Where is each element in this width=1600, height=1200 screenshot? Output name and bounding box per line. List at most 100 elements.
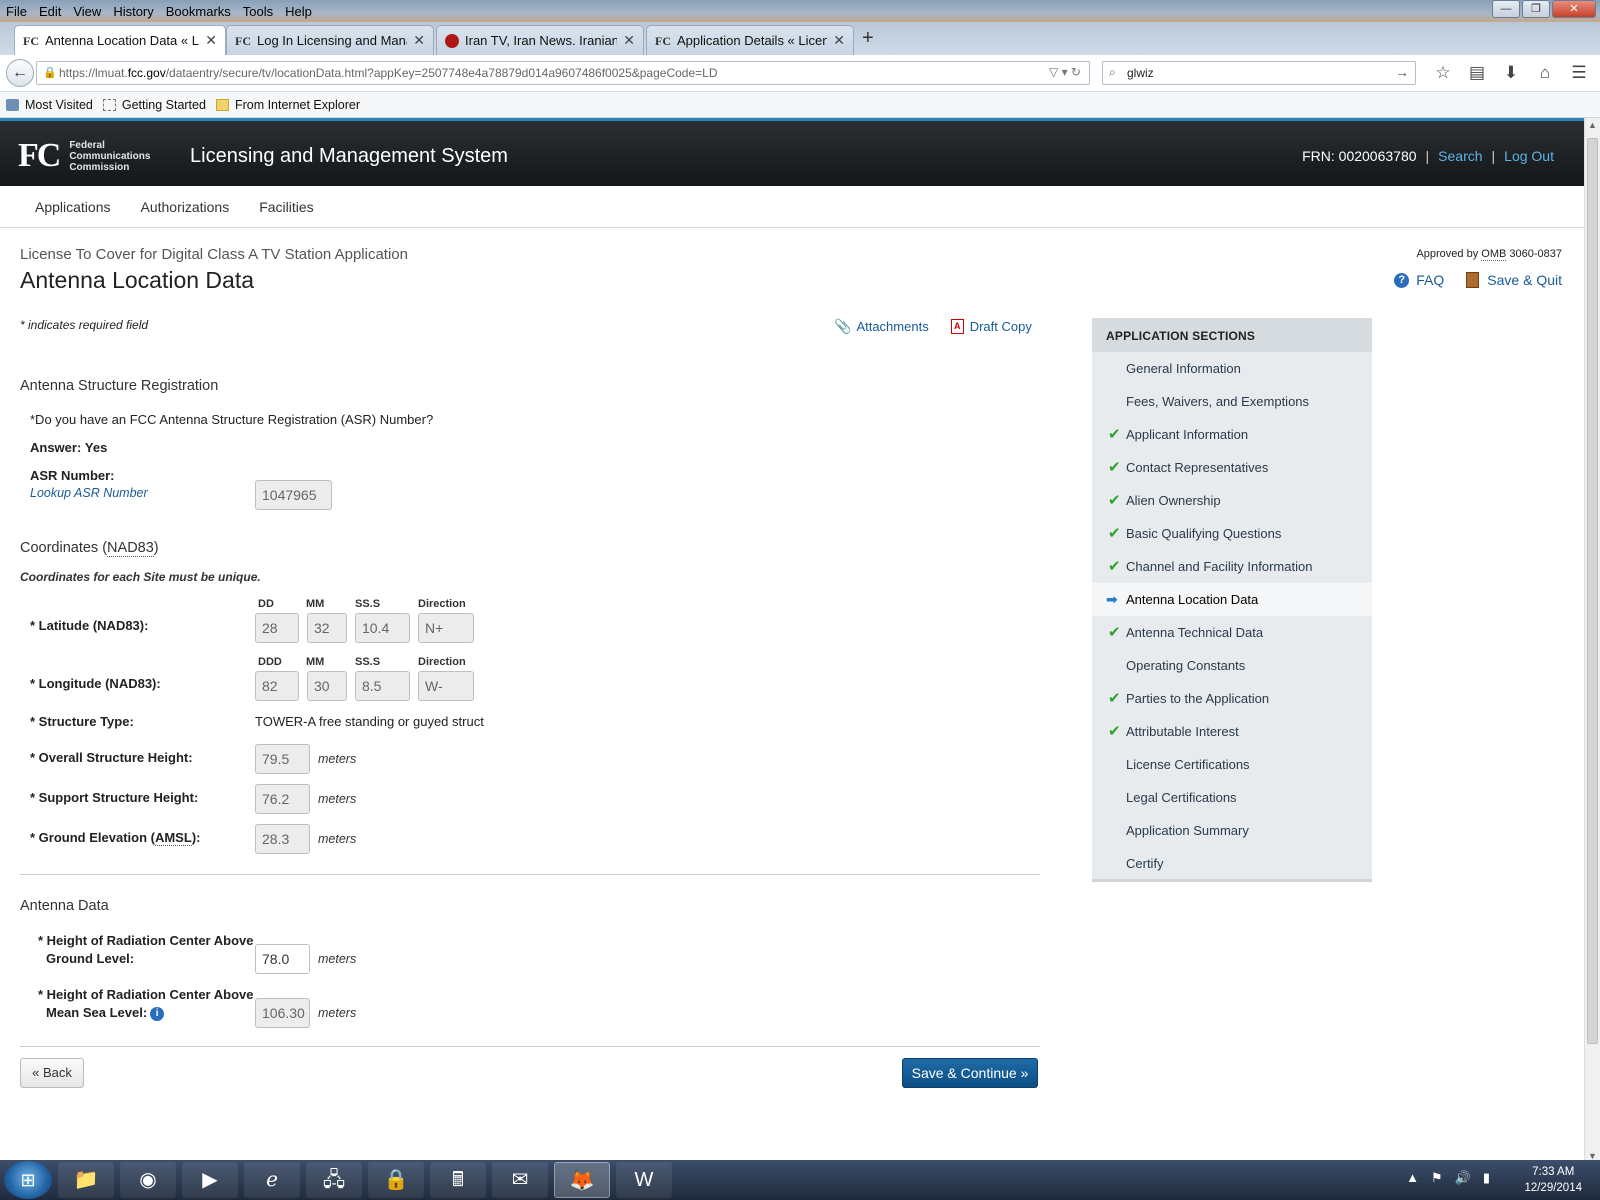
word-icon[interactable]: W xyxy=(616,1162,672,1198)
menu-history[interactable]: History xyxy=(107,4,159,19)
tab-iran-tv[interactable]: Iran TV, Iran News. Iranian ... ✕ xyxy=(436,25,644,55)
menu-tools[interactable]: Tools xyxy=(237,4,279,19)
close-tab-icon[interactable]: ✕ xyxy=(205,32,217,49)
flag-icon[interactable]: ⚑ xyxy=(1431,1170,1443,1186)
sidebar-item-legal-certifications[interactable]: Legal Certifications xyxy=(1092,781,1372,814)
lookup-asr-link[interactable]: Lookup ASR Number xyxy=(30,486,148,500)
start-button-icon[interactable]: ⊞ xyxy=(4,1161,52,1199)
sidebar-item-general-information[interactable]: General Information xyxy=(1092,352,1372,385)
download-icon[interactable]: ⬇ xyxy=(1494,63,1528,83)
close-tab-icon[interactable]: ✕ xyxy=(623,32,635,49)
network-icon[interactable]: 🖧 xyxy=(306,1162,362,1198)
tab-antenna-location[interactable]: FC Antenna Location Data « Li... ✕ xyxy=(14,25,226,55)
firefox-icon[interactable]: 🦊 xyxy=(554,1162,610,1198)
sidebar-item-antenna-location-data[interactable]: ➡ Antenna Location Data xyxy=(1092,583,1372,616)
home-icon[interactable]: ⌂ xyxy=(1528,63,1562,83)
bookmark-most-visited[interactable]: Most Visited xyxy=(6,98,93,112)
hamburger-menu-icon[interactable]: ☰ xyxy=(1562,63,1596,83)
sidebar-item-antenna-technical-data[interactable]: ✔ Antenna Technical Data xyxy=(1092,616,1372,649)
info-icon[interactable]: i xyxy=(150,1006,165,1021)
hrc-ground-field[interactable]: 78.0 xyxy=(255,944,310,974)
sidebar-item-application-summary[interactable]: Application Summary xyxy=(1092,814,1372,847)
sidebar-item-fees-waivers-and-exemptions[interactable]: Fees, Waivers, and Exemptions xyxy=(1092,385,1372,418)
sidebar-item-attributable-interest[interactable]: ✔ Attributable Interest xyxy=(1092,715,1372,748)
sidebar-item-label: Operating Constants xyxy=(1126,658,1246,673)
menu-view[interactable]: View xyxy=(67,4,107,19)
latitude-dd-field[interactable]: 28 xyxy=(255,613,299,643)
sidebar-item-certify[interactable]: Certify xyxy=(1092,847,1372,880)
browser-back-icon[interactable]: ← xyxy=(6,59,34,87)
search-bar[interactable]: ⌕ glwiz → xyxy=(1102,61,1416,85)
sidebar-item-basic-qualifying-questions[interactable]: ✔ Basic Qualifying Questions xyxy=(1092,517,1372,550)
minimize-icon[interactable]: — xyxy=(1492,0,1520,18)
help-icon: ? xyxy=(1394,272,1410,288)
header-search-link[interactable]: Search xyxy=(1438,148,1482,164)
lat-ss-header: SS.S xyxy=(355,598,381,610)
nav-facilities[interactable]: Facilities xyxy=(259,199,313,215)
nav-applications[interactable]: Applications xyxy=(35,199,111,215)
nav-authorizations[interactable]: Authorizations xyxy=(141,199,230,215)
back-button[interactable]: « Back xyxy=(20,1058,84,1088)
menu-help[interactable]: Help xyxy=(279,4,318,19)
sidebar-item-alien-ownership[interactable]: ✔ Alien Ownership xyxy=(1092,484,1372,517)
search-go-icon[interactable]: → xyxy=(1395,64,1409,80)
hrc-msl-field[interactable]: 106.30 xyxy=(255,998,310,1028)
support-height-field[interactable]: 76.2 xyxy=(255,784,310,814)
longitude-ddd-field[interactable]: 82 xyxy=(255,671,299,701)
lock-app-icon[interactable]: 🔒 xyxy=(368,1162,424,1198)
sidebar-item-contact-representatives[interactable]: ✔ Contact Representatives xyxy=(1092,451,1372,484)
fcc-logo[interactable]: FC Federal Communications Commission xyxy=(18,139,150,173)
bookmark-from-ie[interactable]: From Internet Explorer xyxy=(215,98,360,112)
logout-link[interactable]: Log Out xyxy=(1504,148,1554,164)
latitude-direction-field[interactable]: N+ xyxy=(418,613,474,643)
longitude-ss-field[interactable]: 8.5 xyxy=(355,671,410,701)
sidebar-item-parties-to-the-application[interactable]: ✔ Parties to the Application xyxy=(1092,682,1372,715)
scrollbar-thumb[interactable] xyxy=(1587,138,1598,1044)
close-window-icon[interactable]: ✕ xyxy=(1552,0,1596,18)
close-tab-icon[interactable]: ✕ xyxy=(833,32,845,49)
windows-taskbar: ⊞ 📁 ◉ ▶ ℯ 🖧 🔒 🖩 ✉ 🦊 W ▲ ⚑ 🔊 ▮ 7:33 AM 12… xyxy=(0,1160,1600,1200)
sidebar-item-operating-constants[interactable]: Operating Constants xyxy=(1092,649,1372,682)
reload-icon[interactable]: ▽ ▾ ↻ xyxy=(1049,65,1081,79)
clock[interactable]: 7:33 AM 12/29/2014 xyxy=(1524,1164,1582,1196)
calculator-icon[interactable]: 🖩 xyxy=(430,1162,486,1198)
sidebar-item-applicant-information[interactable]: ✔ Applicant Information xyxy=(1092,418,1372,451)
url-bar[interactable]: 🔒 https://lmuat. fcc.gov/dataentry/secure… xyxy=(36,61,1090,85)
bookmark-getting-started[interactable]: Getting Started xyxy=(102,98,206,112)
scroll-up-icon[interactable]: ▲ xyxy=(1588,120,1597,130)
section-divider xyxy=(20,1046,1040,1047)
attachments-link[interactable]: 📎 Attachments xyxy=(834,318,929,335)
longitude-mm-field[interactable]: 30 xyxy=(307,671,347,701)
new-tab-icon[interactable]: + xyxy=(862,27,874,50)
restore-icon[interactable]: ❐ xyxy=(1522,0,1550,18)
star-icon[interactable]: ☆ xyxy=(1426,63,1460,83)
signal-icon[interactable]: ▮ xyxy=(1483,1170,1490,1186)
asr-number-field[interactable]: 1047965 xyxy=(255,480,332,510)
menu-bookmarks[interactable]: Bookmarks xyxy=(160,4,237,19)
faq-link[interactable]: ? FAQ xyxy=(1394,272,1444,288)
menu-edit[interactable]: Edit xyxy=(33,4,67,19)
internet-explorer-icon[interactable]: ℯ xyxy=(244,1162,300,1198)
media-player-icon[interactable]: ▶ xyxy=(182,1162,238,1198)
page-scrollbar[interactable]: ▲ ▼ xyxy=(1584,118,1600,1163)
chrome-icon[interactable]: ◉ xyxy=(120,1162,176,1198)
reading-list-icon[interactable]: ▤ xyxy=(1460,63,1494,83)
menu-file[interactable]: File xyxy=(0,4,33,19)
sidebar-item-channel-and-facility-information[interactable]: ✔ Channel and Facility Information xyxy=(1092,550,1372,583)
save-continue-button[interactable]: Save & Continue » xyxy=(902,1058,1038,1088)
longitude-direction-field[interactable]: W- xyxy=(418,671,474,701)
volume-icon[interactable]: 🔊 xyxy=(1455,1170,1471,1186)
save-quit-link[interactable]: Save & Quit xyxy=(1466,272,1562,288)
tab-log-in[interactable]: FC Log In Licensing and Mana... ✕ xyxy=(226,25,434,55)
outlook-icon[interactable]: ✉ xyxy=(492,1162,548,1198)
tray-expand-icon[interactable]: ▲ xyxy=(1406,1170,1419,1186)
file-explorer-icon[interactable]: 📁 xyxy=(58,1162,114,1198)
overall-height-field[interactable]: 79.5 xyxy=(255,744,310,774)
ground-elevation-field[interactable]: 28.3 xyxy=(255,824,310,854)
close-tab-icon[interactable]: ✕ xyxy=(413,32,425,49)
sidebar-item-license-certifications[interactable]: License Certifications xyxy=(1092,748,1372,781)
draft-copy-link[interactable]: A Draft Copy xyxy=(950,318,1032,335)
latitude-ss-field[interactable]: 10.4 xyxy=(355,613,410,643)
tab-application-details[interactable]: FC Application Details « Licen... ✕ xyxy=(646,25,854,55)
latitude-mm-field[interactable]: 32 xyxy=(307,613,347,643)
